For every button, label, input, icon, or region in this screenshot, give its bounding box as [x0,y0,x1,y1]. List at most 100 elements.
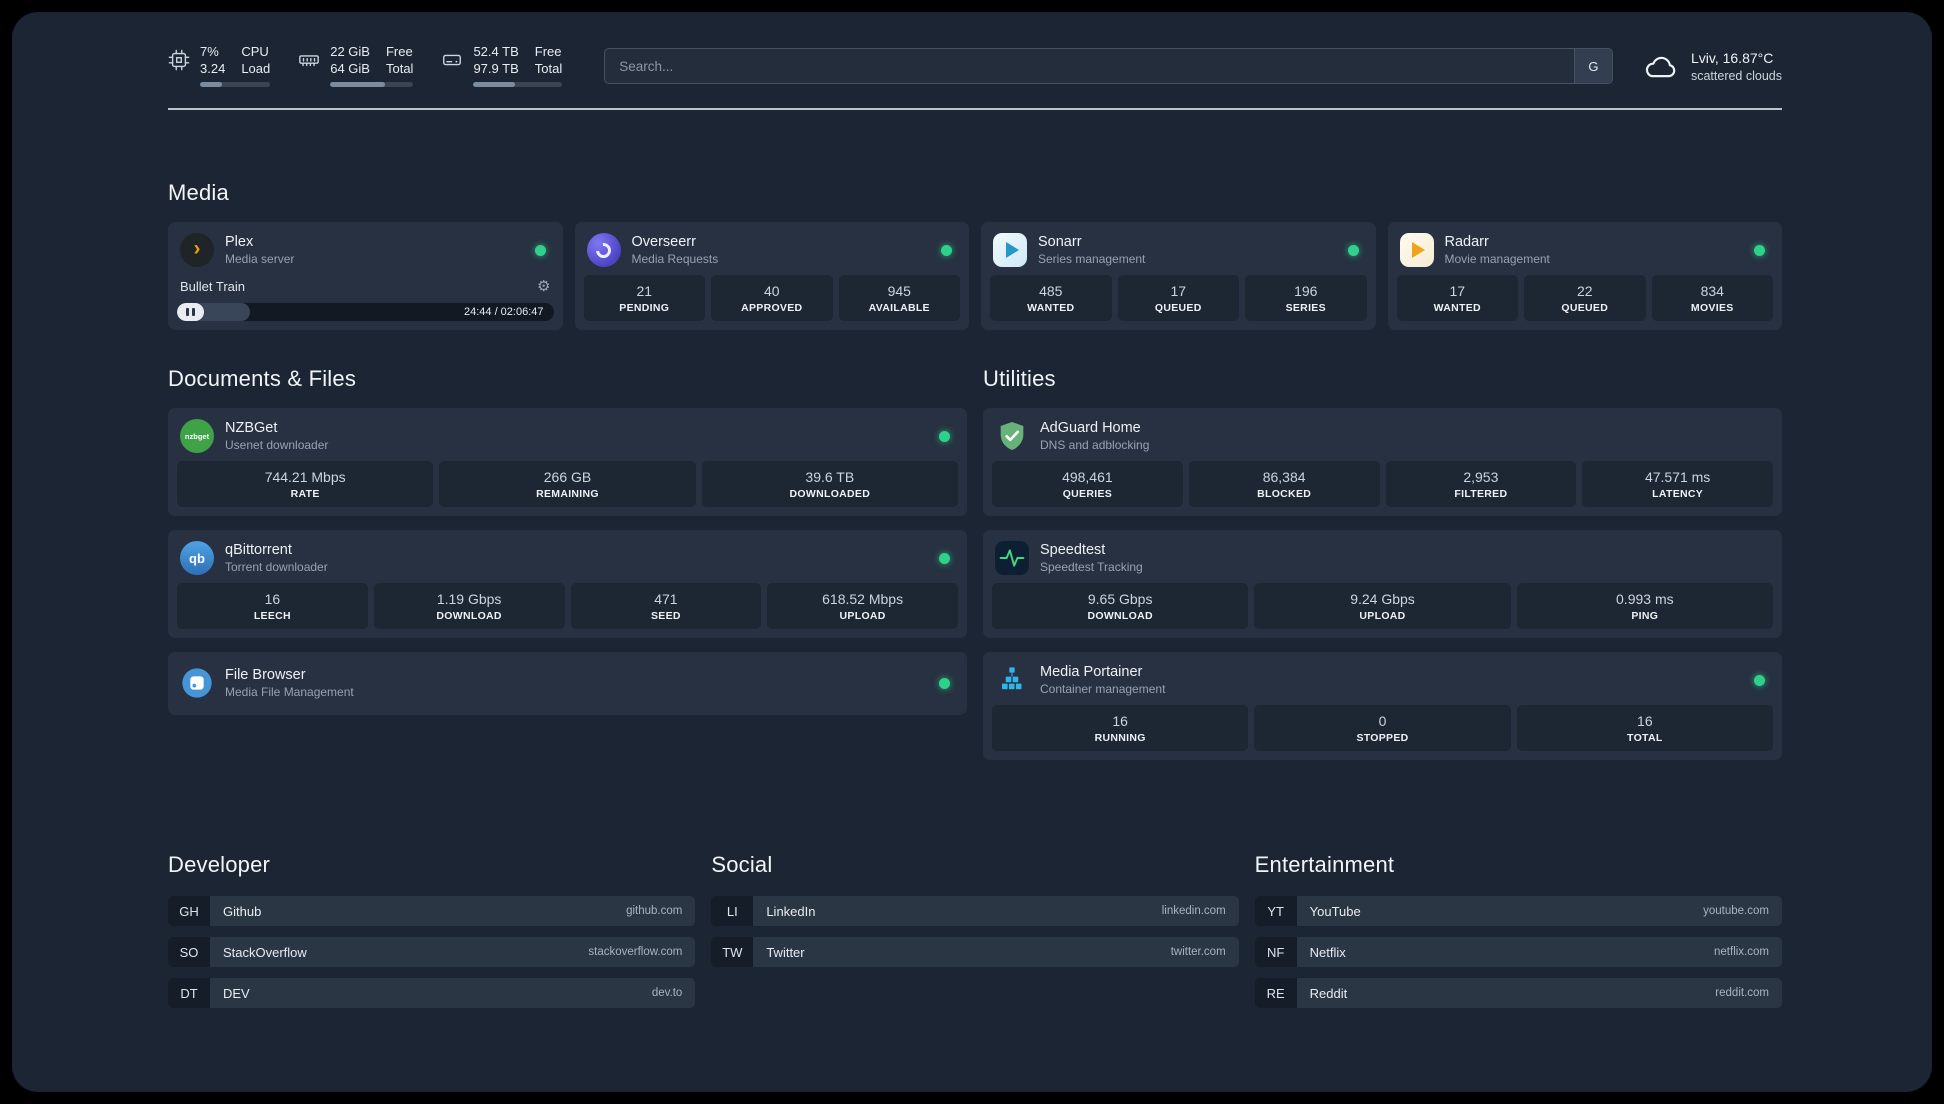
service-subtitle: Usenet downloader [225,438,329,452]
service-link-qbittorrent[interactable]: qb qBittorrent Torrent downloader [177,538,958,583]
weather-widget[interactable]: Lviv, 16.87°C scattered clouds [1643,50,1782,83]
bookmark-abbr: DT [168,978,210,1008]
stat-block: 0.993 ms PING [1516,583,1773,629]
now-playing-title: Bullet Train [180,278,246,294]
service-subtitle: Media Requests [631,252,719,266]
service-card-nzbget: nzbget NZBGet Usenet downloader 744.21 M… [168,408,967,516]
service-card-radarr: Radarr Movie management 17 WANTED 22 QUEUE… [1387,222,1782,330]
portainer-icon [995,663,1029,697]
service-link-sonarr[interactable]: Sonarr Series management [990,230,1367,275]
bookmark-group-entertainment: Entertainment YT YouTube youtube.com NF … [1254,852,1782,1019]
bookmark-name: DEV [223,985,250,1001]
plex-icon: › [180,233,214,267]
gear-icon[interactable]: ⚙ [537,277,550,295]
topbar-divider [168,108,1782,110]
bookmark-name: YouTube [1309,903,1361,919]
disk-progress-bar [473,82,563,88]
cpu-load-label: Load [241,61,271,76]
stat-block: 0 STOPPED [1254,705,1511,751]
bookmark-name: LinkedIn [766,903,816,919]
speedtest-icon [995,541,1029,575]
service-link-radarr[interactable]: Radarr Movie management [1397,230,1774,275]
bookmark-reddit[interactable]: RE Reddit reddit.com [1254,978,1782,1008]
search-provider-button[interactable]: G [1573,49,1612,83]
service-link-overseerr[interactable]: Overseerr Media Requests [584,230,961,275]
stat-block: 47.571 ms LATENCY [1582,461,1773,507]
section-title-media: Media [168,180,229,205]
radarr-icon [1399,233,1434,267]
status-dot [534,244,546,256]
memory-total-value: 64 GiB [330,61,370,76]
stat-block: 21 PENDING [583,275,705,321]
bookmark-abbr: GH [168,896,210,926]
status-dot [939,677,950,689]
bookmark-abbr: TW [711,937,754,967]
pause-button[interactable] [177,303,204,321]
service-card-adguard: AdGuard Home DNS and adblocking 498,461 Q… [983,408,1782,516]
bookmark-stackoverflow[interactable]: SO StackOverflow stackoverflow.com [168,937,696,967]
service-subtitle: Container management [1040,682,1166,696]
cloud-icon [1645,56,1676,77]
service-card-speedtest: Speedtest Speedtest Tracking 9.65 Gbps DO… [983,530,1782,638]
bookmark-dev[interactable]: DT DEV dev.to [168,978,696,1008]
service-subtitle: Media File Management [225,685,354,699]
stat-block: 17 WANTED [1396,275,1518,321]
stat-block: 40 APPROVED [711,275,833,321]
bookmark-name: Netflix [1309,944,1346,960]
cpu-load-value: 3.24 [200,61,226,76]
service-card-sonarr: Sonarr Series management 485 WANTED 17 QUE… [981,222,1376,330]
sonarr-icon [993,233,1027,267]
service-card-plex: › Plex Media server Bullet Train ⚙ 24:44… [168,222,563,330]
service-title: Radarr [1444,234,1489,250]
service-subtitle: Series management [1038,252,1146,266]
service-link-filebrowser[interactable]: File Browser Media File Management [177,660,958,706]
bookmark-youtube[interactable]: YT YouTube youtube.com [1254,896,1782,926]
stat-block: 196 SERIES [1245,275,1367,321]
service-title: Media Portainer [1040,664,1143,680]
search-input[interactable] [605,49,1574,83]
nzbget-icon: nzbget [180,419,214,453]
bookmark-name: StackOverflow [223,944,307,960]
bookmark-domain: reddit.com [1715,987,1769,999]
status-dot [1754,674,1765,686]
stat-block: 16 LEECH [177,583,368,629]
memory-total-label: Total [385,61,414,76]
section-documents: Documents & Files nzbget NZBGet Usenet d… [168,366,967,729]
bookmark-netflix[interactable]: NF Netflix netflix.com [1254,937,1782,967]
service-card-overseerr: Overseerr Media Requests 21 PENDING 40 APP… [574,222,969,330]
service-subtitle: Torrent downloader [225,560,328,574]
bookmark-name: Twitter [766,944,805,960]
service-card-filebrowser: File Browser Media File Management [168,652,967,715]
service-link-portainer[interactable]: Media Portainer Container management [992,660,1773,705]
stat-block: 498,461 QUERIES [992,461,1183,507]
resource-cpu: 7% CPU 3.24 Load [168,43,271,88]
service-title: Overseerr [631,234,696,250]
bookmark-abbr: NF [1254,937,1297,967]
service-link-plex[interactable]: › Plex Media server [177,230,554,275]
disk-icon [443,54,462,65]
cpu-label: CPU [241,43,269,59]
service-title: qBittorrent [225,542,292,558]
bookmark-abbr: YT [1254,896,1297,926]
bookmark-github[interactable]: GH Github github.com [168,896,696,926]
service-link-nzbget[interactable]: nzbget NZBGet Usenet downloader [177,416,958,461]
bookmark-domain: twitter.com [1170,946,1226,958]
bookmark-twitter[interactable]: TW Twitter twitter.com [711,937,1239,967]
stat-block: 266 GB REMAINING [439,461,696,507]
stat-block: 1.19 Gbps DOWNLOAD [373,583,565,629]
stat-block: 834 MOVIES [1651,275,1773,321]
stat-block: 485 WANTED [990,275,1112,321]
bookmark-linkedin[interactable]: LI LinkedIn linkedin.com [711,896,1239,926]
status-dot [1347,244,1359,256]
stat-block: 16 TOTAL [1516,705,1773,751]
service-link-adguard[interactable]: AdGuard Home DNS and adblocking [992,416,1773,461]
cpu-progress-bar [200,82,271,88]
bookmark-group-social: Social LI LinkedIn linkedin.com TW Twitt… [711,852,1239,1019]
bookmark-name: Reddit [1309,985,1348,1001]
bookmark-name: Github [223,903,262,919]
service-link-speedtest[interactable]: Speedtest Speedtest Tracking [992,538,1773,583]
bookmark-abbr: SO [168,937,210,967]
section-title-utilities: Utilities [983,366,1056,391]
disk-free-label: Free [534,43,562,59]
bookmark-domain: linkedin.com [1161,905,1226,917]
